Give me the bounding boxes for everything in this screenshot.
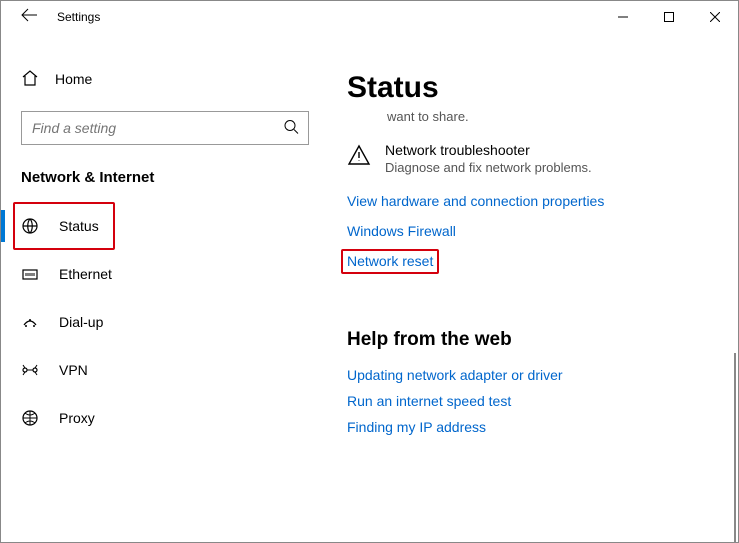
troubleshooter-title: Network troubleshooter — [385, 142, 592, 158]
help-links: Updating network adapter or driver Run a… — [347, 367, 726, 435]
help-link-adapter[interactable]: Updating network adapter or driver — [347, 367, 726, 383]
highlight-box-reset — [341, 249, 439, 274]
sidebar-category: Network & Internet — [21, 169, 311, 186]
help-link-speedtest[interactable]: Run an internet speed test — [347, 393, 726, 409]
close-button[interactable] — [692, 1, 738, 33]
troubleshooter-row[interactable]: Network troubleshooter Diagnose and fix … — [347, 142, 726, 175]
help-title: Help from the web — [347, 329, 726, 351]
main-content: Status want to share. Network troublesho… — [321, 33, 738, 542]
sidebar-item-label: Ethernet — [59, 266, 112, 282]
clipped-text: want to share. — [387, 109, 726, 124]
app-body: Home Network & Internet Status Ethernet — [1, 33, 738, 542]
home-icon — [21, 69, 45, 90]
scrollbar[interactable] — [734, 353, 736, 543]
link-reset-wrap: Network reset — [347, 253, 726, 269]
titlebar: Settings — [1, 1, 738, 33]
page-title: Status — [347, 71, 726, 105]
sidebar-item-status[interactable]: Status — [21, 204, 311, 248]
search-wrap — [21, 111, 309, 145]
dialup-icon — [21, 313, 45, 331]
window-controls — [600, 1, 738, 33]
sidebar-item-label: Proxy — [59, 410, 95, 426]
sidebar-item-proxy[interactable]: Proxy — [21, 396, 311, 440]
sidebar: Home Network & Internet Status Ethernet — [1, 33, 321, 542]
warning-icon — [347, 144, 373, 175]
sidebar-item-vpn[interactable]: VPN — [21, 348, 311, 392]
minimize-button[interactable] — [600, 1, 646, 33]
window-title: Settings — [57, 10, 100, 24]
sidebar-item-dialup[interactable]: Dial-up — [21, 300, 311, 344]
troubleshooter-subtitle: Diagnose and fix network problems. — [385, 160, 592, 175]
home-nav[interactable]: Home — [21, 59, 311, 99]
sidebar-item-label: VPN — [59, 362, 88, 378]
highlight-box-status — [13, 202, 115, 250]
search-input[interactable] — [21, 111, 309, 145]
sidebar-item-ethernet[interactable]: Ethernet — [21, 252, 311, 296]
home-label: Home — [55, 71, 92, 87]
link-firewall[interactable]: Windows Firewall — [347, 223, 726, 239]
ethernet-icon — [21, 265, 45, 283]
maximize-button[interactable] — [646, 1, 692, 33]
help-link-ip[interactable]: Finding my IP address — [347, 419, 726, 435]
back-button[interactable] — [13, 8, 45, 27]
vpn-icon — [21, 361, 45, 379]
proxy-icon — [21, 409, 45, 427]
link-hardware[interactable]: View hardware and connection properties — [347, 193, 726, 209]
sidebar-item-label: Dial-up — [59, 314, 103, 330]
